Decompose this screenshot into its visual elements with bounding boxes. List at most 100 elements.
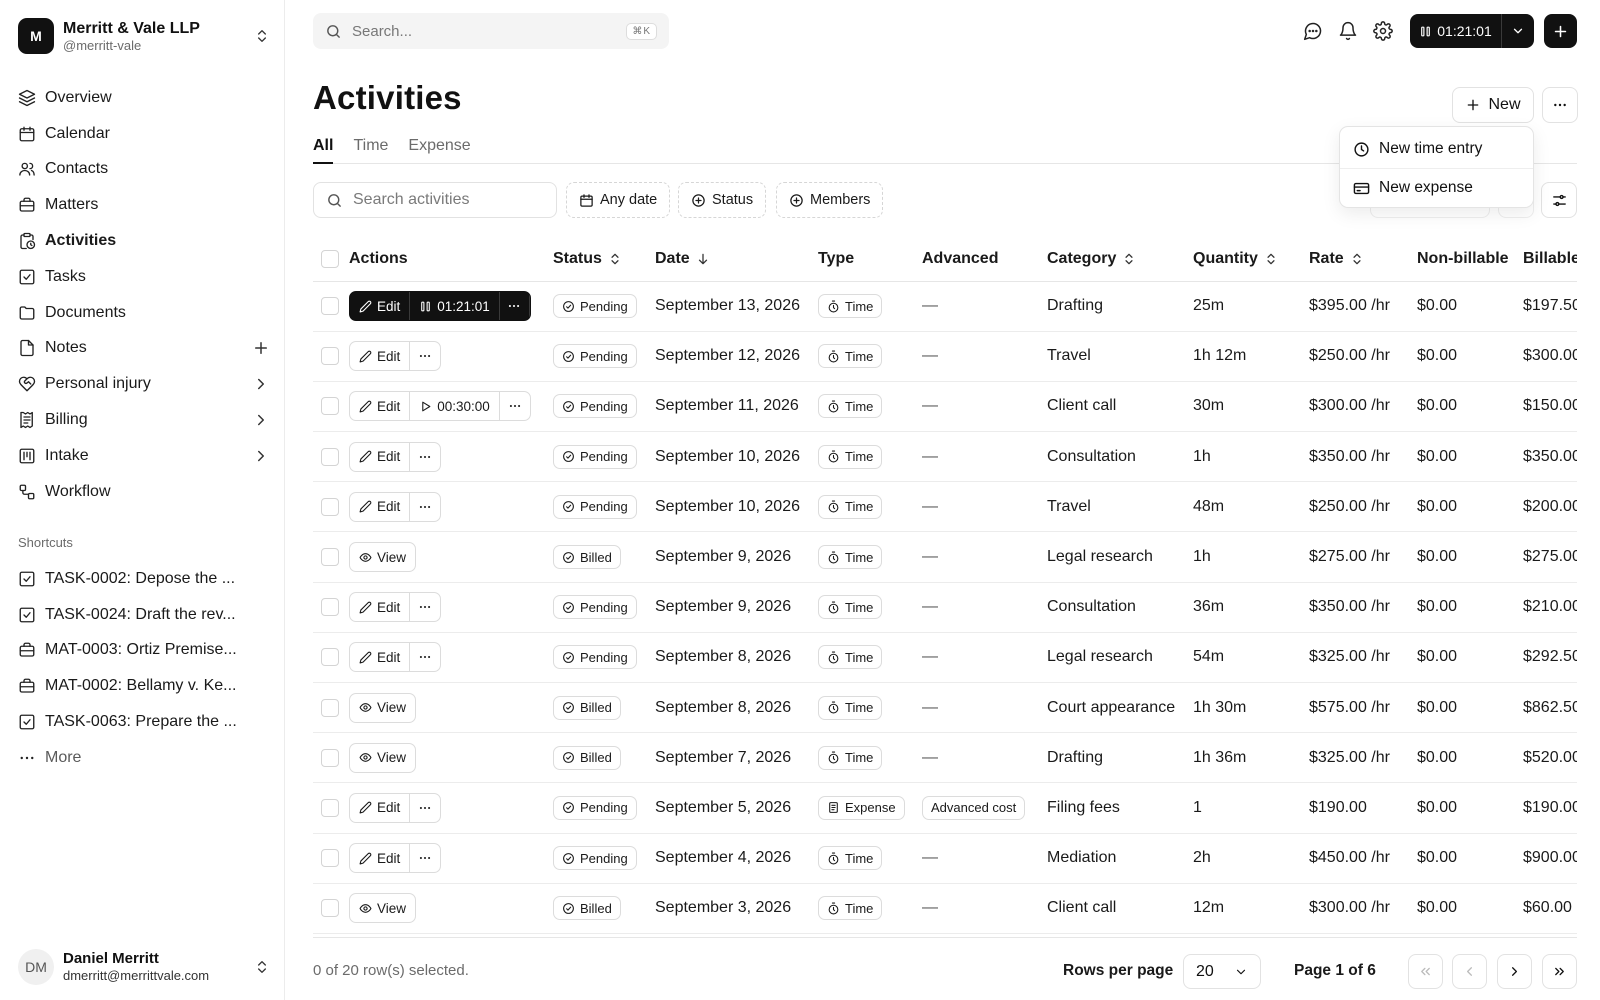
- rows-per-page-select[interactable]: 20: [1183, 954, 1261, 989]
- table-row[interactable]: Edit Pending September 5, 2026 Expense Advan…: [313, 782, 1577, 834]
- table-row[interactable]: View Billed September 7, 2026 Time — Drafting…: [313, 732, 1577, 784]
- table-row[interactable]: Edit Pending September 12, 2026 Time — Travel…: [313, 331, 1577, 382]
- user-menu[interactable]: DM Daniel Merritt dmerritt@merrittvale.c…: [18, 947, 270, 987]
- row-timer-button[interactable]: 00:30:00: [410, 392, 500, 421]
- sidebar-item-calendar[interactable]: Calendar: [18, 116, 270, 152]
- sort-date[interactable]: Date: [655, 250, 818, 268]
- timer-menu-button[interactable]: [1502, 14, 1534, 48]
- view-button[interactable]: View: [350, 744, 415, 772]
- first-page-button[interactable]: [1408, 954, 1443, 989]
- sidebar-item-billing[interactable]: Billing: [18, 402, 270, 438]
- row-more-button[interactable]: [410, 643, 440, 671]
- shortcut-item[interactable]: MAT-0002: Bellamy v. Ke...: [18, 668, 270, 704]
- table-row[interactable]: Edit Pending September 10, 2026 Time — Travel…: [313, 481, 1577, 533]
- edit-button[interactable]: Edit: [350, 442, 411, 471]
- menu-item-new-time-entry[interactable]: New time entry: [1343, 130, 1530, 168]
- edit-button[interactable]: Edit: [350, 292, 411, 321]
- sidebar-item-overview[interactable]: Overview: [18, 80, 270, 116]
- edit-button[interactable]: Edit: [350, 593, 411, 622]
- quick-add-button[interactable]: [1544, 14, 1577, 48]
- edit-button[interactable]: Edit: [350, 844, 411, 873]
- next-page-button[interactable]: [1497, 954, 1532, 989]
- activities-search-input[interactable]: Search activities: [313, 182, 557, 218]
- more-options-button[interactable]: [1542, 87, 1578, 123]
- table-row[interactable]: Edit Pending September 10, 2026 Time — Consul…: [313, 431, 1577, 483]
- row-checkbox[interactable]: [321, 548, 339, 567]
- row-timer-button[interactable]: 01:21:01: [410, 292, 500, 321]
- status-filter[interactable]: Status: [678, 182, 767, 218]
- row-more-button[interactable]: [410, 493, 440, 521]
- gear-icon[interactable]: [1373, 21, 1393, 41]
- timer-toggle-button[interactable]: 01:21:01: [1410, 14, 1502, 48]
- table-row[interactable]: Edit 00:30:00 Pending September 11, 2026 Tim…: [313, 381, 1577, 433]
- shortcut-item[interactable]: TASK-0002: Depose the ...: [18, 561, 270, 597]
- tab-time[interactable]: Time: [353, 134, 388, 164]
- sidebar-item-matters[interactable]: Matters: [18, 187, 270, 223]
- row-checkbox[interactable]: [321, 748, 339, 767]
- row-more-button[interactable]: [410, 342, 440, 370]
- sidebar-item-contacts[interactable]: Contacts: [18, 152, 270, 188]
- view-button[interactable]: View: [350, 543, 415, 571]
- view-button[interactable]: View: [350, 694, 415, 722]
- edit-button[interactable]: Edit: [350, 793, 411, 822]
- plus-icon[interactable]: [252, 339, 270, 357]
- row-checkbox[interactable]: [321, 447, 339, 466]
- last-page-button[interactable]: [1542, 954, 1577, 989]
- row-checkbox[interactable]: [321, 598, 339, 617]
- view-settings-button[interactable]: [1541, 182, 1577, 218]
- row-more-button[interactable]: [410, 794, 440, 822]
- table-row[interactable]: View Billed September 9, 2026 Time — Legal re…: [313, 531, 1577, 583]
- table-row[interactable]: Edit Pending September 4, 2026 Time — Mediati…: [313, 833, 1577, 884]
- row-more-button[interactable]: [410, 443, 440, 471]
- sidebar-item-tasks[interactable]: Tasks: [18, 259, 270, 295]
- sidebar-item-personal-injury[interactable]: Personal injury: [18, 366, 270, 402]
- table-row[interactable]: Edit 01:21:01 Pending September 13, 2026 Tim…: [313, 281, 1577, 332]
- sort-category[interactable]: Category: [1047, 250, 1193, 268]
- shortcuts-more-button[interactable]: More: [18, 740, 270, 776]
- table-row[interactable]: Edit Pending September 9, 2026 Time — Consult…: [313, 582, 1577, 633]
- tab-expense[interactable]: Expense: [408, 134, 470, 164]
- shortcut-item[interactable]: MAT-0003: Ortiz Premise...: [18, 633, 270, 669]
- sort-rate[interactable]: Rate: [1309, 250, 1417, 268]
- row-checkbox[interactable]: [321, 497, 339, 516]
- edit-button[interactable]: Edit: [350, 492, 411, 521]
- edit-button[interactable]: Edit: [350, 392, 411, 421]
- members-filter[interactable]: Members: [776, 182, 884, 218]
- row-checkbox[interactable]: [321, 849, 339, 868]
- row-more-button[interactable]: [410, 593, 440, 621]
- sidebar-item-workflow[interactable]: Workflow: [18, 474, 270, 510]
- sidebar-item-notes[interactable]: Notes: [18, 331, 270, 367]
- table-row[interactable]: Edit Pending September 8, 2026 Time — Legal r…: [313, 632, 1577, 684]
- row-more-button[interactable]: [500, 392, 530, 420]
- sort-status[interactable]: Status: [553, 250, 655, 268]
- table-row[interactable]: View Billed September 3, 2026 Time — Client c…: [313, 883, 1577, 934]
- global-search-input[interactable]: Search... ⌘K: [313, 13, 669, 49]
- row-checkbox[interactable]: [321, 347, 339, 366]
- row-more-button[interactable]: [500, 292, 530, 321]
- sort-quantity[interactable]: Quantity: [1193, 250, 1309, 268]
- row-checkbox[interactable]: [321, 648, 339, 667]
- edit-button[interactable]: Edit: [350, 643, 411, 672]
- sidebar-item-documents[interactable]: Documents: [18, 295, 270, 331]
- sidebar-item-intake[interactable]: Intake: [18, 438, 270, 474]
- message-icon[interactable]: [1303, 21, 1323, 41]
- row-checkbox[interactable]: [321, 397, 339, 416]
- row-checkbox[interactable]: [321, 698, 339, 717]
- row-checkbox[interactable]: [321, 798, 339, 817]
- shortcut-item[interactable]: TASK-0024: Draft the rev...: [18, 597, 270, 633]
- new-activity-button[interactable]: New: [1452, 87, 1534, 123]
- date-filter[interactable]: Any date: [566, 182, 671, 218]
- table-row[interactable]: View Billed September 8, 2026 Time — Court ap…: [313, 682, 1577, 734]
- edit-button[interactable]: Edit: [350, 342, 411, 371]
- previous-page-button[interactable]: [1452, 954, 1487, 989]
- row-checkbox[interactable]: [321, 297, 339, 316]
- sidebar-item-activities[interactable]: Activities: [18, 223, 270, 259]
- row-more-button[interactable]: [410, 844, 440, 872]
- menu-item-new-expense[interactable]: New expense: [1343, 169, 1530, 207]
- row-checkbox[interactable]: [321, 899, 339, 918]
- org-switcher[interactable]: M Merritt & Vale LLP @merritt-vale: [18, 17, 270, 55]
- bell-icon[interactable]: [1338, 21, 1358, 41]
- table-row[interactable]: EditPendingSeptember 2, 2026Time—Draftin…: [313, 933, 1577, 937]
- shortcut-item[interactable]: TASK-0063: Prepare the ...: [18, 704, 270, 740]
- tab-all[interactable]: All: [313, 134, 334, 164]
